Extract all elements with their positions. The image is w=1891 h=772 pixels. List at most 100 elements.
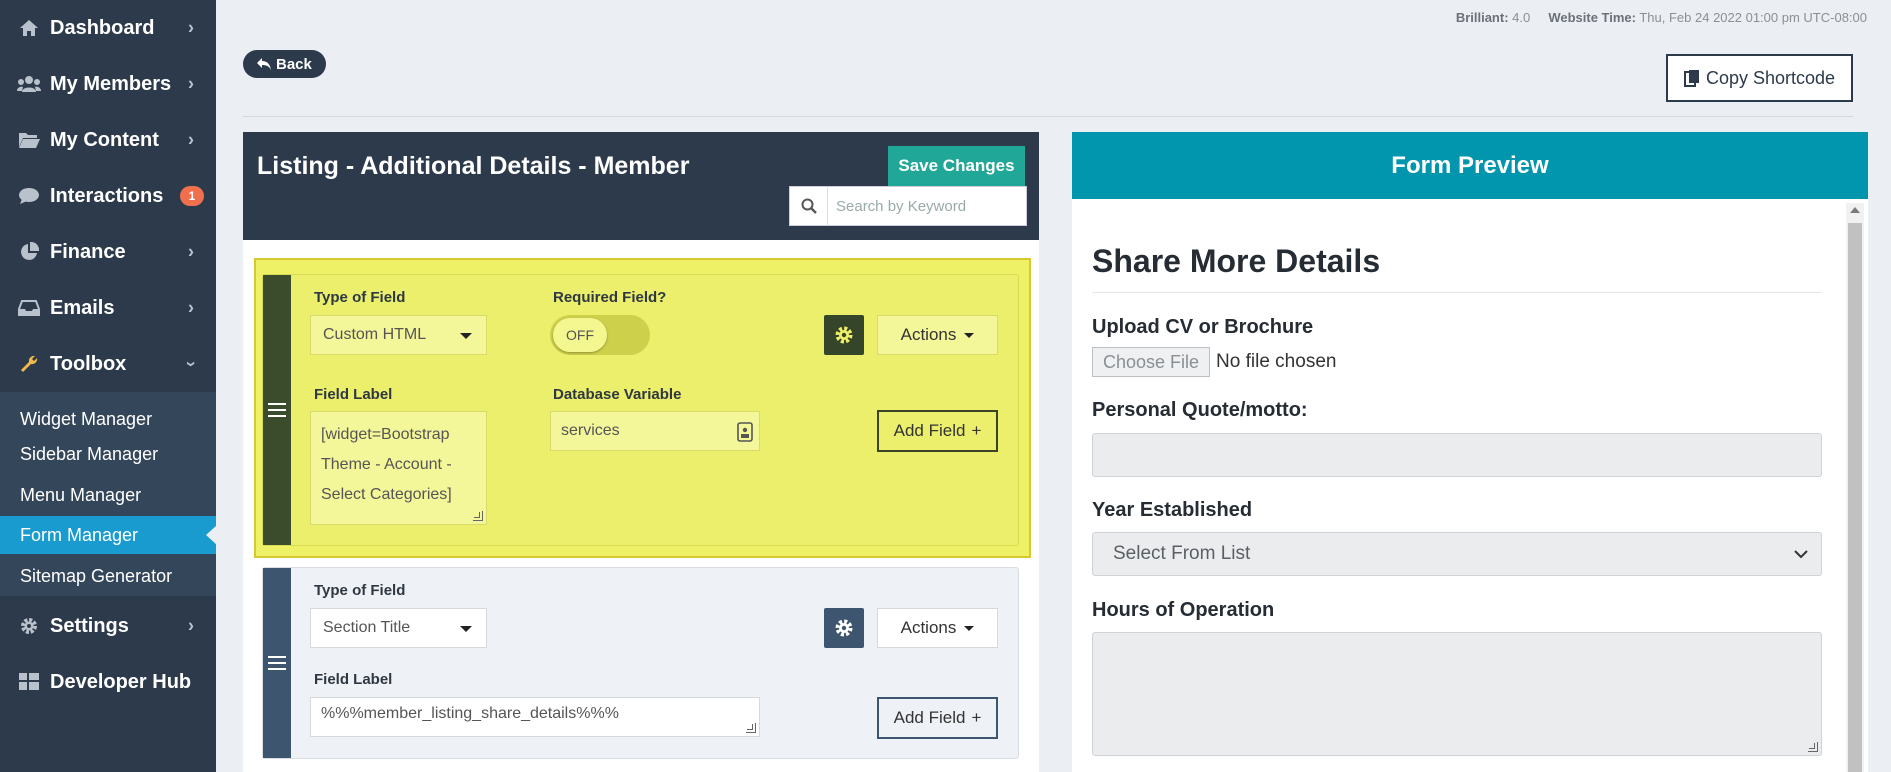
- submenu-form-manager[interactable]: Form Manager: [0, 516, 217, 554]
- copy-shortcode-button[interactable]: Copy Shortcode: [1666, 54, 1853, 102]
- plus-icon: +: [971, 421, 982, 440]
- database-variable-label: Database Variable: [553, 386, 682, 403]
- chevron-right-icon: ›: [188, 615, 194, 636]
- save-changes-button[interactable]: Save Changes: [888, 146, 1025, 186]
- field-label-textarea[interactable]: [widget=Bootstrap Theme - Account - Sele…: [310, 411, 487, 525]
- gear-icon: [835, 326, 853, 344]
- chevron-right-icon: ›: [188, 297, 194, 318]
- form-preview-body: Share More Details Upload CV or Brochure…: [1072, 199, 1868, 772]
- form-title: Listing - Additional Details - Member: [257, 152, 690, 180]
- home-icon: [16, 17, 42, 39]
- caret-down-icon: [964, 332, 975, 338]
- sidebar-item-label: Developer Hub: [50, 670, 192, 693]
- type-of-field-value: Custom HTML: [323, 326, 427, 343]
- add-field-button[interactable]: Add Field +: [877, 410, 998, 452]
- sidebar-item-label: Finance: [50, 240, 126, 263]
- submenu-sitemap-generator[interactable]: Sitemap Generator: [0, 557, 216, 595]
- scroll-up-arrow-icon[interactable]: [1850, 207, 1860, 213]
- editor-header: Listing - Additional Details - Member Sa…: [243, 132, 1039, 240]
- version-value: 4.0: [1512, 10, 1531, 25]
- year-established-select[interactable]: Select From List: [1092, 532, 1822, 576]
- header-divider: [243, 116, 1853, 117]
- clipboard-icon: [1683, 70, 1699, 87]
- type-of-field-select[interactable]: Custom HTML: [310, 315, 487, 355]
- back-button[interactable]: Back: [243, 50, 326, 78]
- inbox-icon: [16, 297, 42, 319]
- type-of-field-value: Section Title: [323, 619, 411, 636]
- chevron-right-icon: ›: [188, 129, 194, 150]
- actions-dropdown[interactable]: Actions: [877, 315, 998, 355]
- submenu-widget-manager[interactable]: Widget Manager: [0, 400, 216, 438]
- sidebar-item-my-members[interactable]: My Members ›: [0, 56, 216, 112]
- field-settings-button[interactable]: [824, 315, 864, 355]
- submenu-sidebar-manager[interactable]: Sidebar Manager: [0, 435, 216, 473]
- search-box: [789, 186, 1027, 226]
- form-preview-header: Form Preview: [1072, 132, 1868, 199]
- field-label-value: [widget=Bootstrap Theme - Account - Sele…: [321, 426, 452, 503]
- sidebar-item-toolbox[interactable]: Toolbox ›: [0, 336, 216, 392]
- required-field-label: Required Field?: [553, 289, 667, 306]
- sidebar-item-my-content[interactable]: My Content ›: [0, 112, 216, 168]
- resize-handle-icon[interactable]: [473, 511, 483, 521]
- sidebar-item-interactions[interactable]: Interactions 1: [0, 168, 216, 224]
- sidebar-item-settings[interactable]: Settings ›: [0, 598, 216, 654]
- submenu-menu-manager[interactable]: Menu Manager: [0, 476, 216, 514]
- sidebar-item-label: My Content: [50, 128, 159, 151]
- sidebar-item-label: Dashboard: [50, 16, 155, 39]
- choose-file-button[interactable]: Choose File: [1092, 347, 1211, 377]
- add-field-button[interactable]: Add Field +: [877, 697, 998, 739]
- resize-handle-icon[interactable]: [1808, 742, 1818, 752]
- version-label: Brilliant:: [1455, 10, 1509, 25]
- chevron-down-icon: [1794, 550, 1808, 559]
- variable-picker-icon[interactable]: [737, 422, 753, 447]
- sidebar-item-finance[interactable]: Finance ›: [0, 224, 216, 280]
- drag-handle[interactable]: [263, 568, 291, 758]
- actions-dropdown[interactable]: Actions: [877, 608, 998, 648]
- preview-scrollbar[interactable]: [1846, 203, 1864, 772]
- plus-icon: +: [971, 708, 982, 727]
- year-established-value: Select From List: [1113, 543, 1251, 564]
- sidebar-item-developer-hub[interactable]: Developer Hub: [0, 654, 216, 710]
- drag-handle-icon: [268, 656, 286, 670]
- gear-icon: [835, 619, 853, 637]
- database-variable-value: services: [561, 422, 620, 439]
- website-time-label: Website Time:: [1548, 10, 1636, 25]
- wrench-icon: [16, 353, 42, 375]
- folder-icon: [16, 129, 42, 151]
- drag-handle[interactable]: [263, 275, 291, 545]
- field-settings-button[interactable]: [824, 608, 864, 648]
- website-time-value: Thu, Feb 24 2022 01:00 pm UTC-08:00: [1639, 10, 1867, 25]
- field-card-custom-html: Type of Field Custom HTML Required Field…: [262, 274, 1019, 546]
- back-button-label: Back: [276, 55, 312, 73]
- chevron-right-icon: ›: [188, 17, 194, 38]
- sidebar-item-emails[interactable]: Emails ›: [0, 280, 216, 336]
- resize-handle-icon[interactable]: [746, 723, 756, 733]
- sidebar-item-label: Emails: [50, 296, 115, 319]
- grid-icon: [16, 671, 42, 693]
- field-label-label: Field Label: [314, 671, 393, 688]
- add-field-label: Add Field: [893, 708, 966, 727]
- field-label-label: Field Label: [314, 386, 393, 403]
- sidebar-item-label: My Members: [50, 72, 172, 95]
- reply-arrow-icon: [257, 58, 271, 70]
- search-input[interactable]: [828, 197, 1018, 215]
- chat-icon: [16, 185, 42, 207]
- personal-quote-input[interactable]: [1092, 433, 1822, 477]
- pie-chart-icon: [16, 241, 42, 263]
- field-label-textarea[interactable]: %%%member_listing_share_details%%%: [310, 697, 760, 737]
- database-variable-input[interactable]: services: [550, 411, 760, 451]
- field-card-section-title: Type of Field Section Title Actions Fiel…: [262, 567, 1019, 759]
- sidebar-item-dashboard[interactable]: Dashboard ›: [0, 0, 216, 56]
- scrollbar-thumb[interactable]: [1848, 223, 1862, 772]
- type-of-field-label: Type of Field: [314, 582, 406, 599]
- chevron-right-icon: ›: [188, 241, 194, 262]
- type-of-field-select[interactable]: Section Title: [310, 608, 487, 648]
- sidebar: Dashboard › My Members › My Content › In…: [0, 0, 217, 772]
- personal-quote-label: Personal Quote/motto:: [1092, 399, 1308, 421]
- hours-of-operation-textarea[interactable]: [1092, 632, 1822, 756]
- required-field-toggle[interactable]: OFF: [550, 315, 650, 355]
- file-upload: Choose File No file chosen: [1092, 347, 1336, 377]
- field-label-value: %%%member_listing_share_details%%%: [321, 705, 619, 722]
- drag-handle-icon: [268, 403, 286, 417]
- hours-of-operation-label: Hours of Operation: [1092, 599, 1275, 621]
